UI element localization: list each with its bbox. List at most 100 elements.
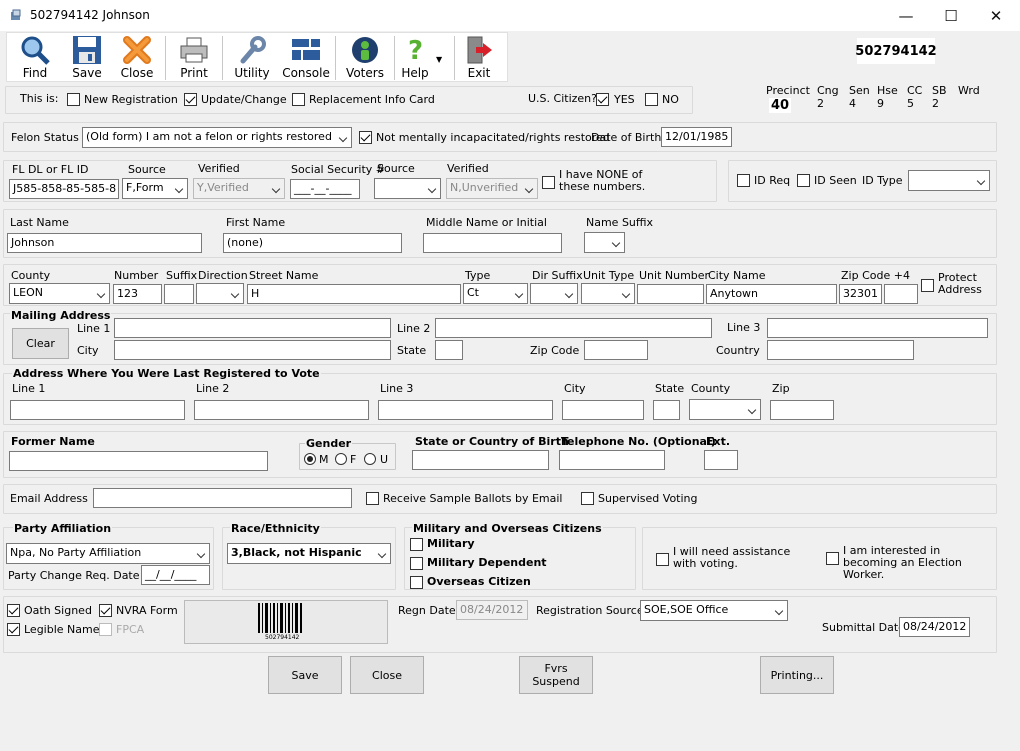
- console-button[interactable]: Console: [282, 33, 330, 83]
- election-worker-checkbox[interactable]: [826, 552, 839, 565]
- mailing-line1-input[interactable]: [114, 318, 391, 338]
- replacement-card-checkbox[interactable]: [292, 93, 305, 106]
- last-reg-line1-input[interactable]: [10, 400, 185, 420]
- felon-status-select[interactable]: (Old form) I am not a felon or rights re…: [82, 127, 352, 148]
- last-reg-line2-input[interactable]: [194, 400, 369, 420]
- mailing-line3-input[interactable]: [767, 318, 988, 338]
- exit-button[interactable]: Exit: [459, 33, 499, 83]
- supervised-voting-checkbox[interactable]: [581, 492, 594, 505]
- name-suffix-select[interactable]: [584, 232, 625, 253]
- help-dropdown-arrow-icon[interactable]: ▼: [436, 55, 442, 64]
- middle-name-input[interactable]: [423, 233, 562, 253]
- legible-name-checkbox[interactable]: [7, 623, 20, 636]
- phone-input[interactable]: [559, 450, 665, 470]
- save-toolbar-button[interactable]: Save: [67, 33, 107, 83]
- barcode-text: 502794142: [265, 634, 300, 641]
- last-reg-zip-input[interactable]: [770, 400, 834, 420]
- ssn-source-select[interactable]: [374, 178, 441, 199]
- mailing-country-input[interactable]: [767, 340, 914, 360]
- direction-select[interactable]: [196, 283, 244, 304]
- submittal-date-label: Submittal Date: [822, 621, 905, 634]
- last-reg-state-input[interactable]: [653, 400, 680, 420]
- mailing-city-input[interactable]: [114, 340, 391, 360]
- utility-button[interactable]: Utility: [231, 33, 273, 83]
- red-x-icon: [120, 33, 154, 67]
- mailing-line2-input[interactable]: [435, 318, 712, 338]
- last-reg-city-input[interactable]: [562, 400, 644, 420]
- update-change-checkbox[interactable]: [184, 93, 197, 106]
- voter-person-icon: [348, 33, 382, 67]
- dir-suffix-select[interactable]: [530, 283, 578, 304]
- last-reg-line3-input[interactable]: [378, 400, 553, 420]
- sample-ballot-checkbox[interactable]: [366, 492, 379, 505]
- close-toolbar-button[interactable]: Close: [117, 33, 157, 83]
- minimize-button[interactable]: —: [883, 0, 929, 31]
- magnifier-icon: [18, 33, 52, 67]
- new-registration-label: New Registration: [84, 93, 178, 106]
- protect-address-checkbox[interactable]: [921, 279, 934, 292]
- voters-button[interactable]: Voters: [344, 33, 386, 83]
- first-name-input[interactable]: (none): [223, 233, 402, 253]
- dl-input[interactable]: J585-858-85-585-8: [9, 179, 119, 199]
- gender-f-radio[interactable]: [335, 453, 347, 465]
- birth-place-input[interactable]: [412, 450, 549, 470]
- ext-input[interactable]: [704, 450, 738, 470]
- submittal-date-input[interactable]: 08/24/2012: [899, 617, 970, 637]
- party-select[interactable]: Npa, No Party Affiliation: [6, 543, 210, 564]
- citizen-no-checkbox[interactable]: [645, 93, 658, 106]
- help-button[interactable]: ? Help: [397, 33, 433, 83]
- clear-mailing-button[interactable]: Clear: [12, 328, 69, 359]
- mailing-state-input[interactable]: [435, 340, 463, 360]
- ssn-input[interactable]: ___-__-____: [290, 179, 360, 199]
- military-dependent-checkbox[interactable]: [410, 557, 423, 570]
- city-name-input[interactable]: Anytown: [706, 284, 837, 304]
- last-reg-county-label: County: [691, 382, 731, 395]
- id-req-checkbox[interactable]: [737, 174, 750, 187]
- unit-number-input[interactable]: [637, 284, 704, 304]
- oath-signed-checkbox[interactable]: [7, 604, 20, 617]
- race-select[interactable]: 3,Black, not Hispanic: [227, 543, 391, 564]
- overseas-citizen-checkbox[interactable]: [410, 576, 423, 589]
- former-name-input[interactable]: [9, 451, 268, 471]
- print-toolbar-button[interactable]: Print: [174, 33, 214, 83]
- dl-source-select[interactable]: F,Form: [122, 178, 188, 199]
- regn-date-input[interactable]: 08/24/2012: [456, 600, 528, 620]
- maximize-button[interactable]: ☐: [928, 0, 974, 31]
- find-button[interactable]: Find: [15, 33, 55, 83]
- suffix-input[interactable]: [164, 284, 194, 304]
- fpca-checkbox[interactable]: [99, 623, 112, 636]
- street-type-select[interactable]: Ct: [463, 283, 528, 304]
- fvrs-suspend-button[interactable]: Fvrs Suspend: [519, 656, 593, 694]
- zip-input[interactable]: 32301: [839, 284, 882, 304]
- email-input[interactable]: [93, 488, 352, 508]
- save-button[interactable]: Save: [268, 656, 342, 694]
- zip-plus4-input[interactable]: [884, 284, 918, 304]
- close-button[interactable]: Close: [350, 656, 424, 694]
- mental-status-checkbox[interactable]: [359, 131, 372, 144]
- dl-verified-select[interactable]: Y,Verified: [193, 178, 285, 199]
- unit-type-select[interactable]: [581, 283, 635, 304]
- ssn-verified-select[interactable]: N,Unverified: [446, 178, 538, 199]
- street-name-input[interactable]: H: [247, 284, 461, 304]
- printing-button[interactable]: Printing...: [760, 656, 834, 694]
- last-name-input[interactable]: Johnson: [7, 233, 202, 253]
- id-type-select[interactable]: [908, 170, 990, 191]
- mailing-zip-input[interactable]: [584, 340, 648, 360]
- number-input[interactable]: 123: [113, 284, 162, 304]
- id-seen-checkbox[interactable]: [797, 174, 810, 187]
- citizen-yes-checkbox[interactable]: [596, 93, 609, 106]
- registration-source-select[interactable]: SOE,SOE Office: [640, 600, 788, 621]
- citizen-label: U.S. Citizen?: [528, 92, 597, 105]
- dob-input[interactable]: 12/01/1985: [661, 127, 732, 147]
- last-reg-county-select[interactable]: [689, 399, 761, 420]
- county-select[interactable]: LEON: [9, 283, 110, 304]
- gender-u-radio[interactable]: [364, 453, 376, 465]
- military-checkbox[interactable]: [410, 538, 423, 551]
- nvra-form-checkbox[interactable]: [99, 604, 112, 617]
- gender-m-radio[interactable]: [304, 453, 316, 465]
- party-change-input[interactable]: __/__/____: [141, 565, 210, 585]
- assistance-checkbox[interactable]: [656, 553, 669, 566]
- new-registration-checkbox[interactable]: [67, 93, 80, 106]
- no-numbers-checkbox[interactable]: [542, 176, 555, 189]
- close-window-button[interactable]: ✕: [973, 0, 1019, 31]
